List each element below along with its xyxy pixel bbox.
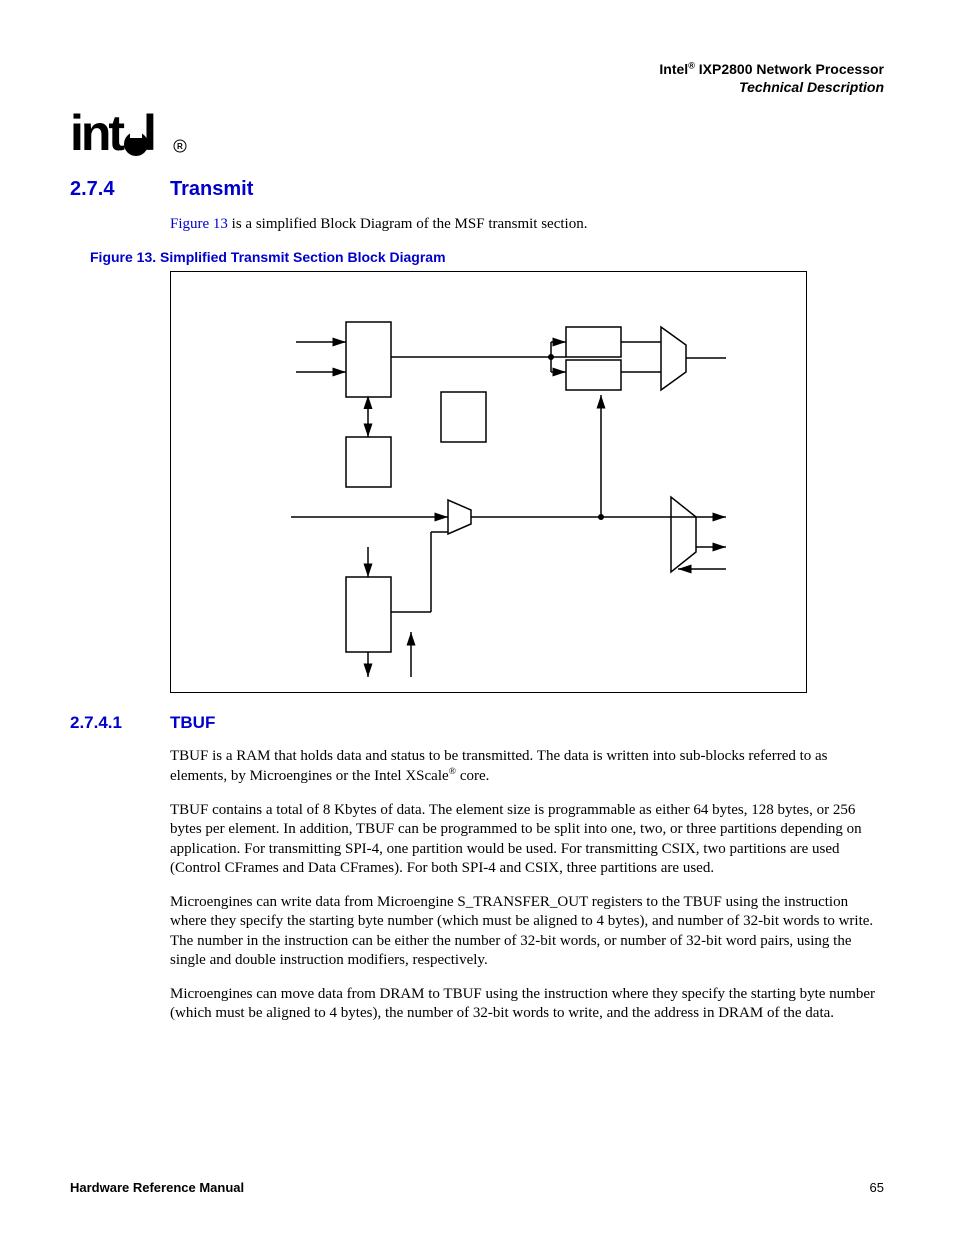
section-title: Transmit [170, 178, 253, 201]
intro-rest: is a simplified Block Diagram of the MSF… [228, 216, 588, 232]
p1a: TBUF is a RAM that holds data and status… [170, 748, 828, 785]
registered-icon: ® [688, 60, 695, 70]
figure-link[interactable]: Figure 13 [170, 216, 228, 232]
header-subtitle: Technical Description [739, 79, 884, 95]
page-footer: Hardware Reference Manual 65 [70, 1180, 884, 1195]
figure-caption: Figure 13. Simplified Transmit Section B… [90, 249, 884, 265]
page-header: Intel® IXP2800 Network Processor Technic… [70, 60, 884, 96]
paragraph-4: Microengines can move data from DRAM to … [170, 985, 884, 1024]
paragraph-2: TBUF contains a total of 8 Kbytes of dat… [170, 801, 884, 879]
paragraph-1: TBUF is a RAM that holds data and status… [170, 747, 884, 787]
p1b: core. [456, 768, 489, 784]
footer-left: Hardware Reference Manual [70, 1180, 244, 1195]
subsection-title: TBUF [170, 713, 215, 733]
section-number: 2.7.4 [70, 178, 170, 201]
subsection-heading: 2.7.4.1 TBUF [70, 713, 884, 733]
product-prefix: Intel [659, 61, 688, 77]
block-diagram [170, 271, 807, 693]
paragraph-3: Microengines can write data from Microen… [170, 893, 884, 971]
product-name: IXP2800 Network Processor [699, 61, 884, 77]
svg-text:R: R [177, 142, 183, 151]
registered-icon: ® [449, 766, 456, 777]
svg-text:l: l [143, 106, 154, 161]
section-heading: 2.7.4 Transmit [70, 178, 884, 201]
svg-text:int: int [70, 106, 125, 161]
intro-paragraph: Figure 13 is a simplified Block Diagram … [170, 215, 884, 235]
subsection-number: 2.7.4.1 [70, 713, 170, 733]
page-number: 65 [870, 1180, 884, 1195]
intel-logo: int l R [70, 106, 190, 174]
